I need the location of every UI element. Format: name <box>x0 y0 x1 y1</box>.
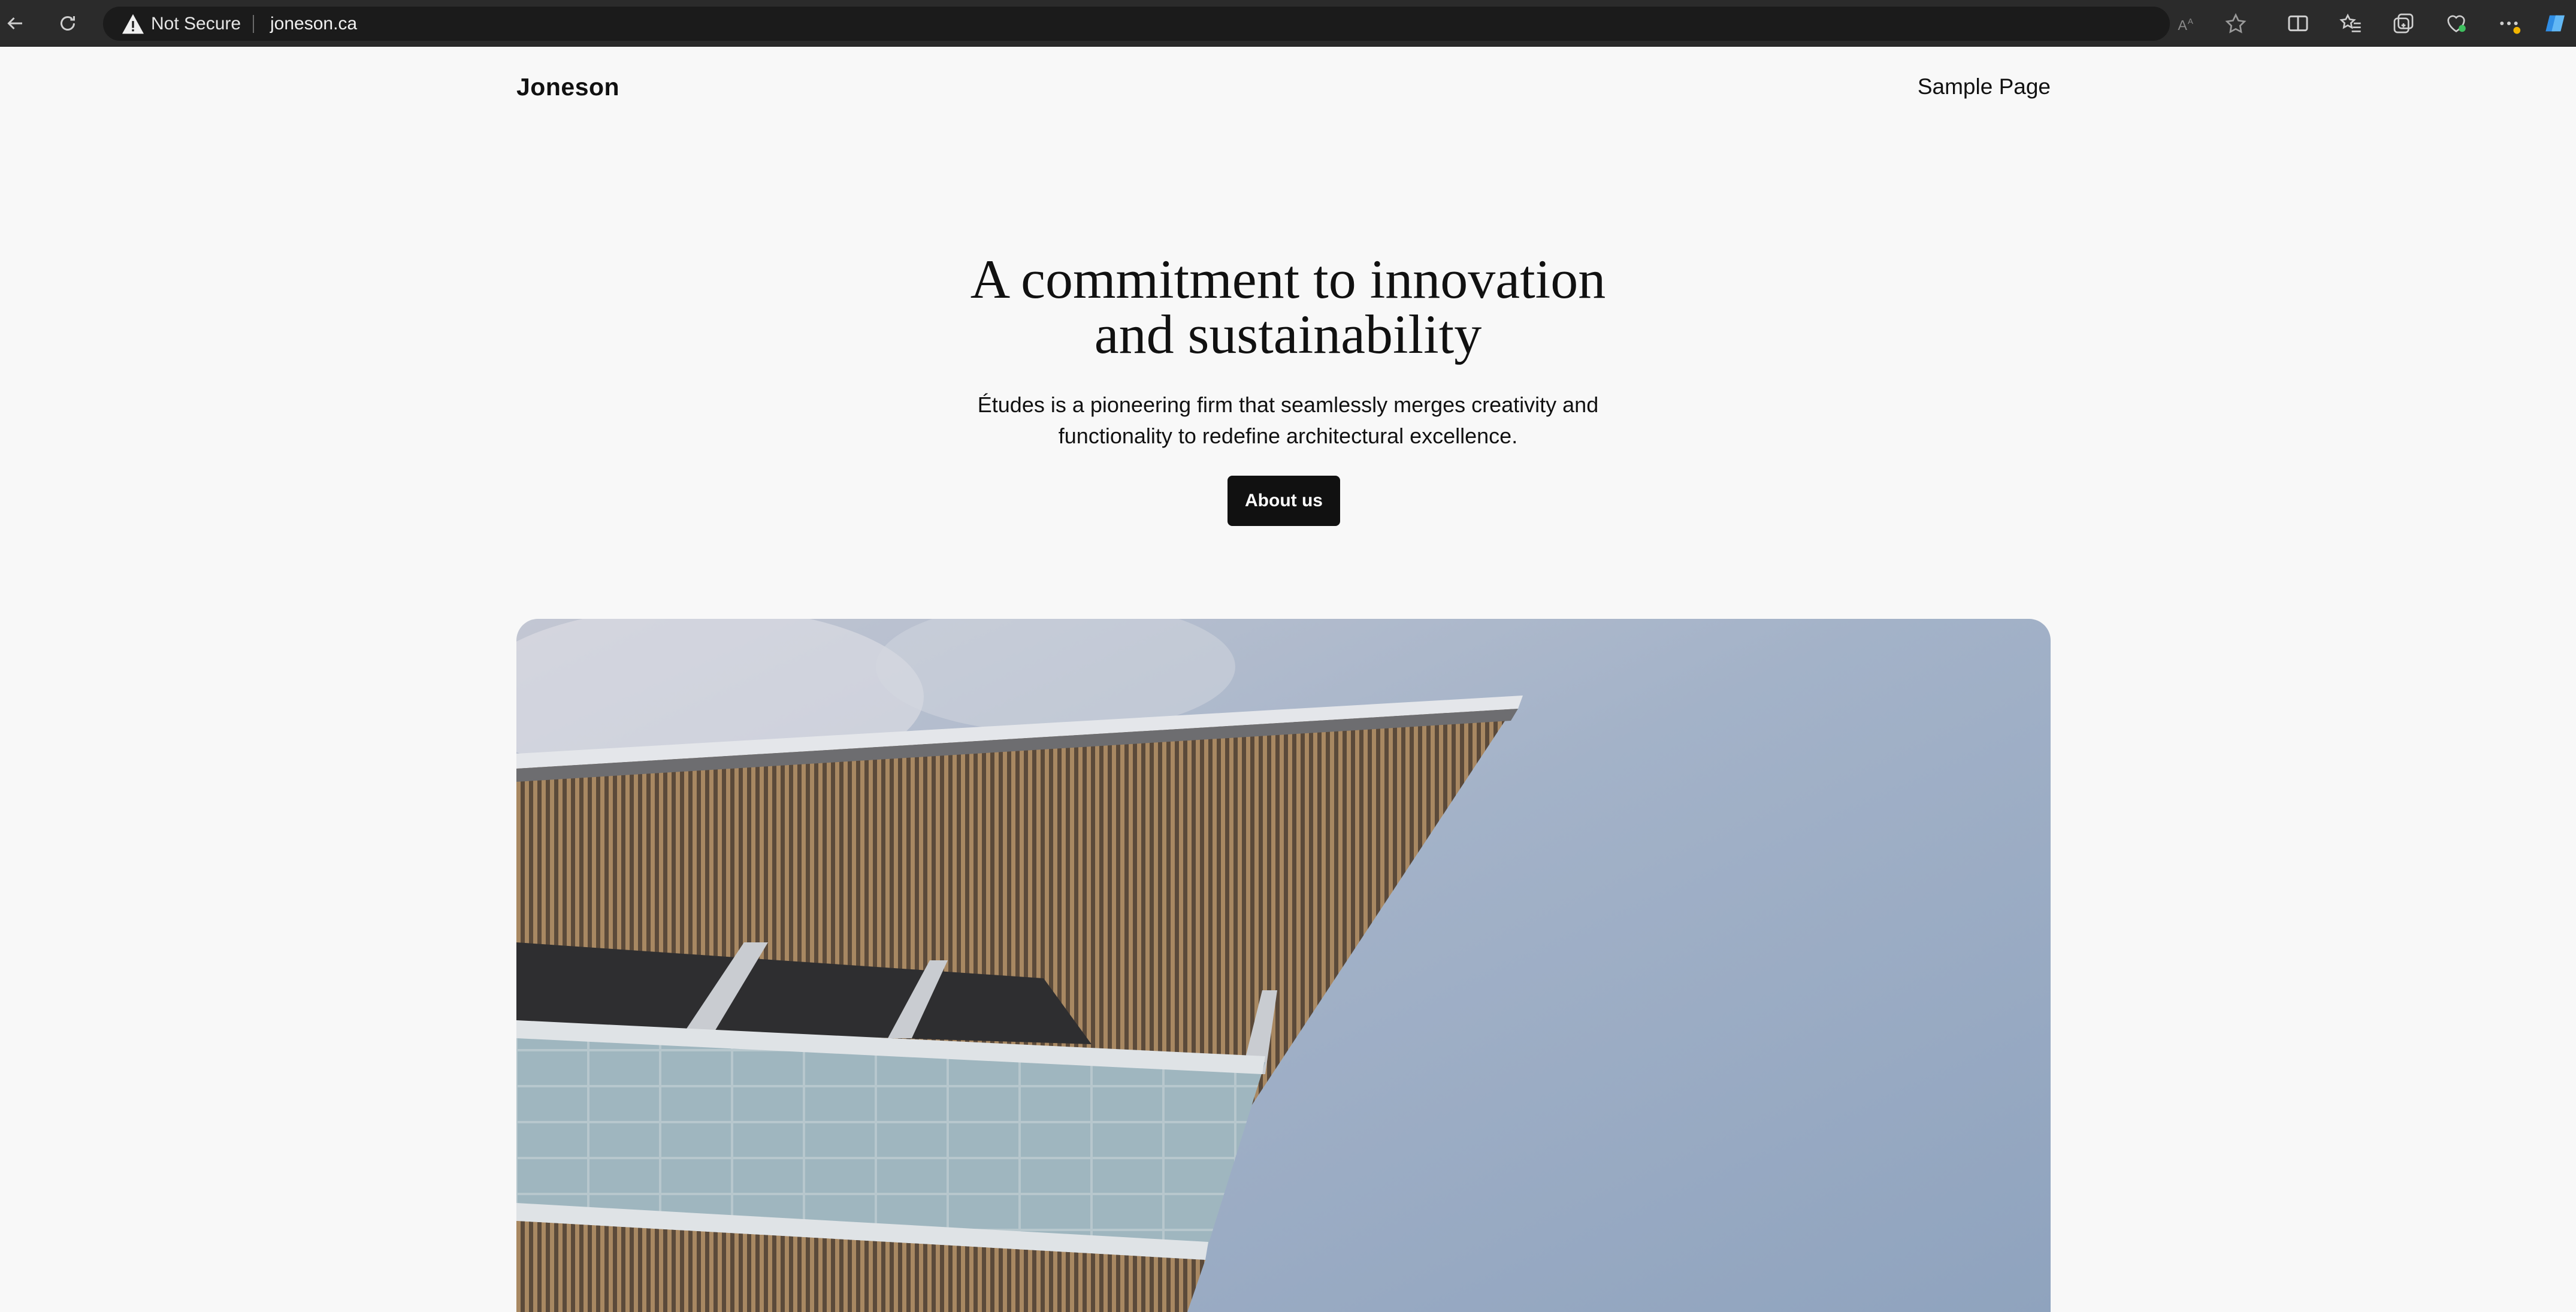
url-divider <box>253 15 254 33</box>
hero-building-image <box>516 619 2051 1312</box>
browser-toolbar: Not Secure joneson.ca AA <box>0 0 2576 47</box>
collections-icon[interactable] <box>2391 11 2415 35</box>
favorite-star-icon[interactable] <box>2224 12 2248 36</box>
favorites-icon[interactable] <box>2339 11 2363 35</box>
hero-heading-line1: A commitment to innovation <box>970 249 1606 310</box>
read-aloud-icon[interactable]: AA <box>2176 12 2200 36</box>
hero-description-line1: Études is a pioneering firm that seamles… <box>977 392 1599 417</box>
hero-heading: A commitment to innovation and sustainab… <box>689 252 1887 362</box>
svg-text:A: A <box>2178 17 2187 33</box>
back-arrow-icon[interactable] <box>0 8 30 38</box>
url-text[interactable]: joneson.ca <box>270 15 357 33</box>
hero-description: Études is a pioneering firm that seamles… <box>869 389 1707 452</box>
reload-icon[interactable] <box>53 8 83 38</box>
browser-essentials-icon[interactable] <box>2444 11 2468 35</box>
warning-icon[interactable] <box>121 13 145 35</box>
copilot-icon[interactable] <box>2544 11 2568 35</box>
hero-heading-line2: and sustainability <box>1094 304 1482 365</box>
svg-text:A: A <box>2188 17 2193 26</box>
about-us-button[interactable]: About us <box>1227 476 1340 526</box>
nav-link-sample-page[interactable]: Sample Page <box>1918 74 2051 99</box>
more-icon[interactable] <box>2497 11 2521 35</box>
split-screen-icon[interactable] <box>2286 11 2310 35</box>
address-bar[interactable]: Not Secure joneson.ca AA <box>103 7 2247 41</box>
hero-description-line2: functionality to redefine architectural … <box>1058 424 1518 448</box>
security-status[interactable]: Not Secure <box>151 15 241 33</box>
site-title[interactable]: Joneson <box>516 73 619 101</box>
